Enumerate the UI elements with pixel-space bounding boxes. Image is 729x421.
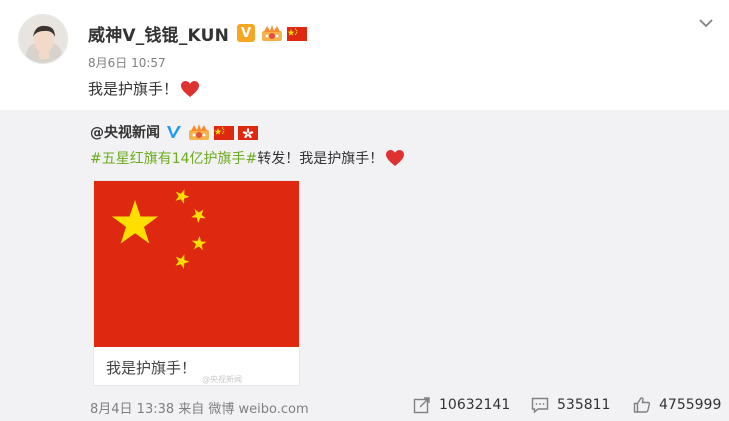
verified-v-badge[interactable]: V xyxy=(237,24,256,42)
repost-author-row: @央视新闻 xyxy=(90,121,258,143)
repost-count-button[interactable]: 10632141 xyxy=(413,396,510,414)
hongkong-flag-icon xyxy=(238,125,258,140)
author-name[interactable]: 威神V_钱锟_KUN xyxy=(88,21,229,46)
repost-count: 10632141 xyxy=(439,397,511,413)
chevron-down-icon[interactable] xyxy=(697,14,715,32)
post-text-content: 我是护旗手！ xyxy=(88,80,179,98)
heart-icon xyxy=(385,149,405,167)
flag-image[interactable]: 我是护旗手！ @央视新闻 xyxy=(93,180,300,386)
repost-text: #五星红旗有14亿护旗手# 转发！我是护旗手！ xyxy=(90,148,405,168)
thumbs-up-icon xyxy=(633,397,651,413)
like-count-button[interactable]: 4755999 xyxy=(633,396,721,414)
verified-blue-v-icon xyxy=(166,123,182,141)
weibo-post-card: 威神V_钱锟_KUN V 8月6日 10:57 我是护旗手！ @央视新闻 #五星… xyxy=(0,0,729,421)
crown-icon[interactable] xyxy=(261,24,283,42)
heart-icon xyxy=(180,80,200,98)
repost-date-source[interactable]: 8月4日 13:38 来自 微博 weibo.com xyxy=(90,398,309,417)
china-flag-icon xyxy=(287,26,308,41)
like-count: 4755999 xyxy=(659,397,722,413)
comment-count-button[interactable]: 535811 xyxy=(531,396,610,414)
comment-icon xyxy=(531,397,549,414)
repost-container[interactable]: @央视新闻 #五星红旗有14亿护旗手# 转发！我是护旗手！ 我是护旗手！ @央视… xyxy=(0,110,729,421)
repost-author[interactable]: @央视新闻 xyxy=(90,122,160,142)
share-icon xyxy=(413,397,430,414)
china-flag-picture xyxy=(94,181,299,347)
image-caption: 我是护旗手！ xyxy=(106,359,197,377)
author-row: 威神V_钱锟_KUN V xyxy=(88,20,308,46)
china-flag-icon xyxy=(214,125,234,140)
post-time[interactable]: 8月6日 10:57 xyxy=(88,54,166,71)
repost-text-content: 转发！我是护旗手！ xyxy=(257,151,384,167)
hashtag-link[interactable]: #五星红旗有14亿护旗手# xyxy=(90,148,257,168)
crown-icon[interactable] xyxy=(188,123,210,141)
image-watermark: @央视新闻 xyxy=(202,375,242,384)
avatar[interactable] xyxy=(18,14,68,64)
comment-count: 535811 xyxy=(557,397,611,413)
post-text: 我是护旗手！ xyxy=(88,78,200,99)
repost-footer: 8月4日 13:38 来自 微博 weibo.com 10632141 5358… xyxy=(0,396,729,421)
